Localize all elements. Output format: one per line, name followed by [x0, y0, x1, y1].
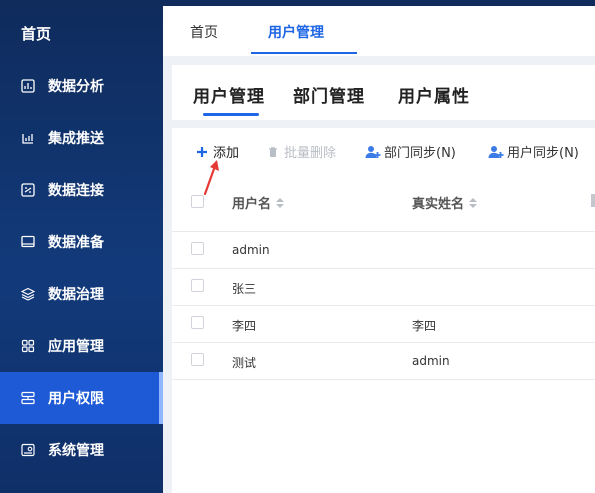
connection-icon: [21, 183, 35, 197]
sidebar-item-integration-push[interactable]: 集成推送: [0, 112, 163, 164]
cell-username: 测试: [232, 356, 257, 370]
user-sync-label: 用户同步(N): [507, 146, 579, 161]
annotation-arrow-icon: [203, 160, 219, 196]
column-header-clipped: [591, 194, 595, 207]
subtab-department-management[interactable]: 部门管理: [293, 82, 365, 107]
apps-icon: [21, 339, 35, 353]
push-icon: [21, 131, 35, 145]
sidebar-item-label: 集成推送: [48, 131, 104, 147]
sidebar-item-label: 应用管理: [48, 339, 104, 355]
sort-icon[interactable]: [276, 197, 285, 208]
sidebar-item-data-governance[interactable]: 数据治理: [0, 268, 163, 320]
system-icon: [21, 443, 35, 457]
sidebar-item-label: 系统管理: [48, 443, 104, 459]
sidebar-item-user-permission[interactable]: 用户权限: [0, 372, 163, 424]
sidebar: 首页 数据分析 集成推送 数据连接 数据准备 数据治理 应用管理 用户权限 系统…: [0, 0, 163, 493]
select-all-checkbox[interactable]: [191, 195, 204, 208]
sidebar-item-label: 数据准备: [48, 235, 104, 251]
row-divider: [172, 231, 595, 232]
tab-home[interactable]: 首页: [190, 22, 218, 42]
sidebar-item-label: 数据治理: [48, 287, 104, 303]
batch-delete-label: 批量删除: [284, 146, 337, 161]
sidebar-item-data-connection[interactable]: 数据连接: [0, 164, 163, 216]
row-checkbox[interactable]: [191, 353, 204, 366]
trash-icon: [265, 144, 281, 160]
app-window: 首页 数据分析 集成推送 数据连接 数据准备 数据治理 应用管理 用户权限 系统…: [0, 0, 595, 493]
row-divider: [172, 342, 595, 343]
sidebar-home[interactable]: 首页: [21, 23, 51, 44]
active-subtab-indicator: [203, 113, 259, 116]
user-sync-button[interactable]: 用户同步(N): [488, 142, 579, 161]
cell-username: 张三: [232, 282, 257, 296]
layers-icon: [21, 287, 35, 301]
sidebar-item-label: 数据分析: [48, 79, 104, 95]
cell-username: admin: [232, 243, 270, 257]
sidebar-item-label: 数据连接: [48, 183, 104, 199]
user-permission-icon: [21, 391, 35, 405]
column-header-realname[interactable]: 真实姓名: [412, 193, 478, 212]
department-sync-button[interactable]: 部门同步(N): [365, 142, 456, 161]
column-header-username[interactable]: 用户名: [232, 193, 285, 212]
cell-realname: admin: [412, 354, 450, 368]
content-panel: [172, 128, 595, 493]
sidebar-item-app-management[interactable]: 应用管理: [0, 320, 163, 372]
sidebar-item-label: 用户权限: [48, 391, 104, 407]
user-sync-icon: [488, 144, 504, 160]
row-checkbox[interactable]: [191, 279, 204, 292]
monitor-icon: [21, 235, 35, 249]
sidebar-item-data-prep[interactable]: 数据准备: [0, 216, 163, 268]
cell-realname: 李四: [412, 319, 437, 333]
row-checkbox[interactable]: [191, 316, 204, 329]
subtab-user-attributes[interactable]: 用户属性: [398, 82, 470, 107]
subtab-user-management[interactable]: 用户管理: [193, 82, 265, 107]
sidebar-item-data-analysis[interactable]: 数据分析: [0, 60, 163, 112]
chart-icon: [21, 79, 35, 93]
department-sync-label: 部门同步(N): [384, 146, 456, 161]
row-divider: [172, 268, 595, 269]
user-sync-icon: [365, 144, 381, 160]
row-checkbox[interactable]: [191, 242, 204, 255]
sidebar-item-system-management[interactable]: 系统管理: [0, 424, 163, 476]
tab-user-management[interactable]: 用户管理: [268, 22, 324, 42]
row-divider: [172, 305, 595, 306]
top-tabbar: [163, 0, 595, 56]
batch-delete-button[interactable]: 批量删除: [265, 142, 336, 161]
cell-username: 李四: [232, 319, 257, 333]
active-tab-indicator: [251, 52, 357, 54]
row-divider: [172, 379, 595, 380]
header-stripe: [163, 0, 595, 6]
sort-icon[interactable]: [469, 197, 478, 208]
